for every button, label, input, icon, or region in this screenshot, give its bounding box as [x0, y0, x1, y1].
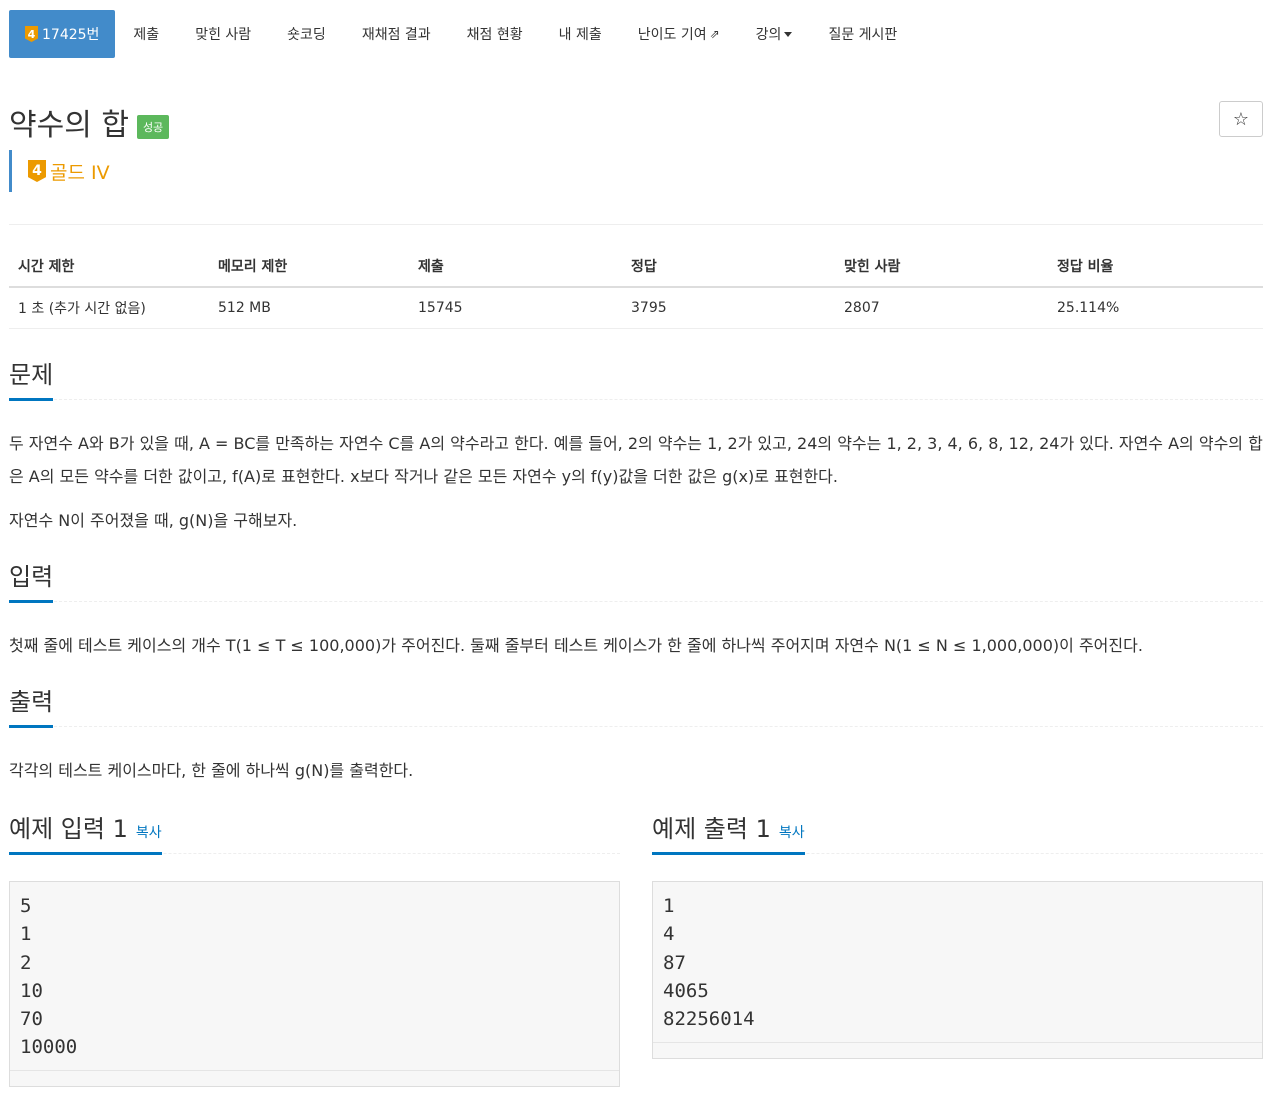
nav-short-coding[interactable]: 숏코딩 [269, 10, 344, 58]
sample-output-copy-button[interactable]: 복사 [779, 822, 805, 842]
sample-input-line: 2 [20, 951, 32, 974]
sample-output-box[interactable]: 1 4 87 4065 82256014 [652, 881, 1263, 1059]
header-accepted: 정답 [622, 246, 835, 288]
nav-question-board[interactable]: 질문 게시판 [810, 10, 915, 58]
submissions-value: 15745 [409, 287, 622, 329]
sample-input-copy-button[interactable]: 복사 [136, 822, 162, 842]
table-row: 1 초 (추가 시간 없음) 512 MB 15745 3795 2807 25… [9, 287, 1263, 329]
tier-label: 골드 IV [50, 161, 110, 184]
sample-input-line: 5 [20, 895, 32, 917]
header-solvers: 맞힌 사람 [835, 246, 1048, 288]
nav-my-submissions[interactable]: 내 제출 [541, 10, 620, 58]
horizontal-scrollbar[interactable] [653, 1042, 1262, 1058]
nav-lectures-dropdown[interactable]: 강의 [738, 10, 811, 58]
problem-info-table: 시간 제한 메모리 제한 제출 정답 맞힌 사람 정답 비율 1 초 (추가 시… [9, 246, 1263, 329]
nav-solved-users[interactable]: 맞힌 사람 [177, 10, 269, 58]
sample-output-title-wrap: 예제 출력 1 복사 [652, 809, 805, 855]
divider [9, 224, 1263, 225]
output-paragraph: 각각의 테스트 케이스마다, 한 줄에 하나씩 g(N)를 출력한다. [9, 761, 414, 780]
problem-number-label: 17425번 [42, 27, 100, 43]
header-time-limit: 시간 제한 [9, 246, 209, 288]
problem-section-title: 문제 [9, 355, 54, 401]
output-section-header: 출력 [9, 682, 1263, 728]
sample-input-title-wrap: 예제 입력 1 복사 [9, 809, 162, 855]
sample-input-line: 1 [20, 923, 32, 946]
sample-input-line: 70 [20, 1008, 43, 1031]
header-memory-limit: 메모리 제한 [209, 246, 409, 288]
accepted-value: 3795 [622, 287, 835, 329]
nav-difficulty-label: 난이도 기여 [637, 27, 707, 43]
output-description: 각각의 테스트 케이스마다, 한 줄에 하나씩 g(N)를 출력한다. [9, 754, 1269, 787]
sample-input-title: 예제 입력 1 [9, 815, 128, 843]
sample-output-line: 4065 [663, 979, 709, 1002]
sample-output-line: 82256014 [663, 1008, 755, 1031]
page-title: 약수의 합 [9, 108, 129, 143]
nav-submit[interactable]: 제출 [115, 10, 177, 58]
horizontal-scrollbar[interactable] [10, 1070, 619, 1086]
nav-judge-status[interactable]: 채점 현황 [449, 10, 541, 58]
input-section-header: 입력 [9, 557, 1263, 603]
result-badge: 성공 [136, 115, 170, 139]
sample-input-header: 예제 입력 1 복사 [9, 809, 620, 855]
caret-down-icon [784, 31, 793, 37]
external-link-icon: ⇗ [709, 27, 720, 41]
tier-gold-4-icon: 4 [25, 26, 38, 42]
problem-paragraph: 자연수 N이 주어졌을 때, g(N)을 구해보자. [9, 511, 298, 530]
time-limit-value: 1 초 (추가 시간 없음) [9, 287, 209, 329]
header-accept-ratio: 정답 비율 [1048, 246, 1263, 288]
sample-input-box[interactable]: 5 1 2 10 70 10000 [9, 881, 620, 1087]
input-section-title: 입력 [9, 557, 54, 603]
sample-output-line: 87 [663, 951, 686, 974]
star-icon: ☆ [1232, 108, 1250, 130]
nav-problem-number[interactable]: 4 17425번 [9, 10, 116, 58]
title-row: 약수의 합 성공 [9, 100, 170, 144]
accept-ratio-value: 25.114% [1048, 287, 1263, 329]
sample-input-line: 10000 [20, 1036, 78, 1059]
nav-lectures-label: 강의 [755, 27, 782, 43]
header-submissions: 제출 [409, 246, 622, 288]
tier-gold-4-icon: 4 [28, 160, 46, 182]
sample-output-line: 4 [663, 923, 675, 946]
solvers-value: 2807 [835, 287, 1048, 329]
nav-difficulty-contribution[interactable]: 난이도 기여 ⇗ [620, 10, 738, 58]
memory-limit-value: 512 MB [209, 287, 409, 329]
favorite-star-button[interactable]: ☆ [1219, 101, 1263, 137]
sample-output-header: 예제 출력 1 복사 [652, 809, 1263, 855]
sample-input-line: 10 [20, 979, 43, 1002]
problem-menu: 4 17425번 제출 맞힌 사람 숏코딩 재채점 결과 채점 현황 내 제출 … [9, 10, 915, 58]
input-description: 첫째 줄에 테스트 케이스의 개수 T(1 ≤ T ≤ 100,000)가 주어… [9, 629, 1269, 662]
problem-section-header: 문제 [9, 355, 1263, 401]
sample-output-line: 1 [663, 895, 675, 917]
table-header-row: 시간 제한 메모리 제한 제출 정답 맞힌 사람 정답 비율 [9, 246, 1263, 288]
problem-description: 두 자연수 A와 B가 있을 때, A = BC를 만족하는 자연수 C를 A의… [9, 427, 1269, 537]
problem-tier[interactable]: 4 골드 IV [9, 150, 110, 192]
sample-output-title: 예제 출력 1 [652, 815, 771, 843]
problem-paragraph: 두 자연수 A와 B가 있을 때, A = BC를 만족하는 자연수 C를 A의… [9, 434, 1263, 486]
nav-rejudge-results[interactable]: 재채점 결과 [344, 10, 449, 58]
output-section-title: 출력 [9, 682, 54, 728]
input-paragraph: 첫째 줄에 테스트 케이스의 개수 T(1 ≤ T ≤ 100,000)가 주어… [9, 636, 1143, 655]
